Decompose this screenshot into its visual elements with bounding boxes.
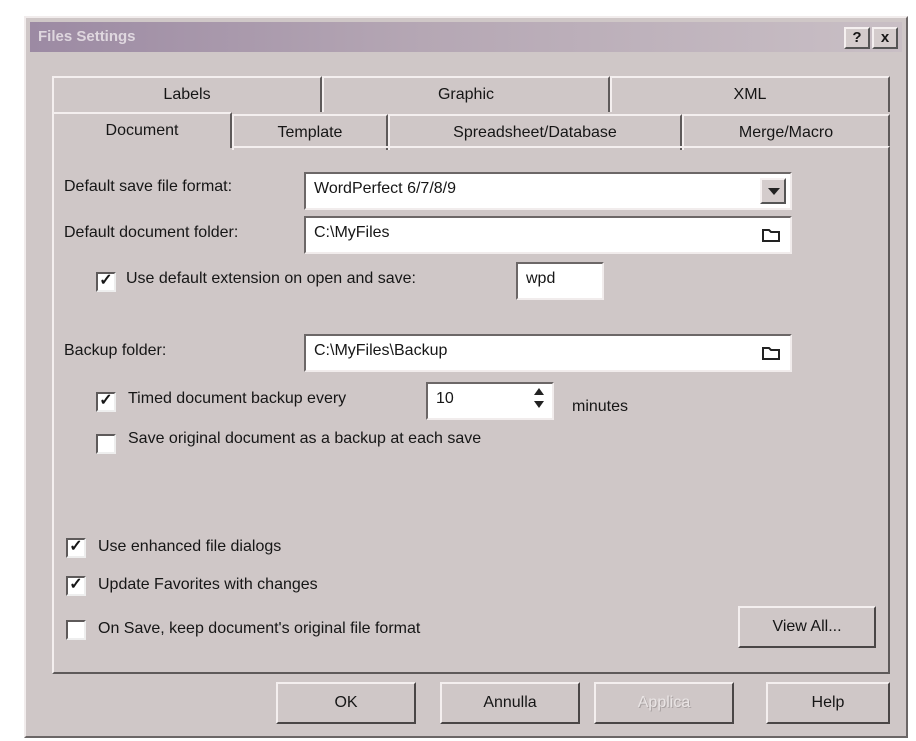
chevron-down-icon[interactable] [760, 178, 786, 204]
tab-label: Graphic [437, 86, 495, 103]
tab-xml[interactable]: XML [610, 76, 890, 112]
check-mark-icon: ✓ [99, 272, 113, 289]
tab-label: Spreadsheet/Database [453, 124, 617, 141]
tab-merge-macro[interactable]: Merge/Macro [682, 114, 890, 150]
save-original-checkbox[interactable] [96, 434, 116, 454]
tab-spreadsheet-database[interactable]: Spreadsheet/Database [388, 114, 682, 150]
folder-browse-icon[interactable] [762, 226, 780, 242]
spin-up-down-icon[interactable] [530, 386, 548, 416]
help-button[interactable]: Help [766, 682, 890, 724]
doc-folder-label: Default document folder: [64, 224, 239, 241]
enhanced-dialogs-label: Use enhanced file dialogs [98, 538, 282, 555]
enhanced-dialogs-checkbox[interactable]: ✓ [66, 538, 86, 558]
check-mark-icon: ✓ [69, 538, 83, 555]
timed-backup-label: Timed document backup every [128, 390, 347, 407]
backup-folder-value: C:\MyFiles\Backup [314, 342, 448, 359]
close-button[interactable]: x [872, 27, 898, 49]
default-extension-label: Use default extension on open and save: [126, 270, 416, 287]
update-favorites-label: Update Favorites with changes [98, 576, 318, 593]
save-format-label: Default save file format: [64, 178, 233, 195]
tab-label: XML [733, 86, 767, 103]
help-title-button[interactable]: ? [844, 27, 870, 49]
tab-label: Merge/Macro [738, 124, 834, 141]
minutes-label: minutes [572, 398, 629, 415]
save-original-label: Save original document as a backup at ea… [128, 430, 482, 447]
folder-browse-icon[interactable] [762, 344, 780, 360]
tab-labels[interactable]: Labels [52, 76, 322, 112]
default-extension-input[interactable]: wpd [516, 262, 604, 300]
check-mark-icon: ✓ [69, 576, 83, 593]
tab-graphic[interactable]: Graphic [322, 76, 610, 112]
title-bar: Files Settings ? x [30, 22, 902, 52]
update-favorites-checkbox[interactable]: ✓ [66, 576, 86, 596]
view-all-button[interactable]: View All... [738, 606, 876, 648]
doc-folder-input[interactable]: C:\MyFiles [304, 216, 792, 254]
keep-format-label: On Save, keep document's original file f… [98, 620, 421, 637]
backup-folder-label: Backup folder: [64, 342, 167, 359]
save-format-value: WordPerfect 6/7/8/9 [314, 180, 456, 197]
window-title: Files Settings [38, 28, 136, 45]
check-mark-icon: ✓ [99, 392, 113, 409]
tab-label: Template [277, 124, 343, 141]
keep-format-checkbox[interactable] [66, 620, 86, 640]
default-extension-value: wpd [526, 270, 556, 287]
tab-label: Labels [163, 86, 211, 103]
save-format-select[interactable]: WordPerfect 6/7/8/9 [304, 172, 792, 210]
tab-document[interactable]: Document [52, 112, 232, 148]
cancel-button[interactable]: Annulla [440, 682, 580, 724]
apply-button[interactable]: Applica [594, 682, 734, 724]
default-extension-checkbox[interactable]: ✓ [96, 272, 116, 292]
backup-folder-input[interactable]: C:\MyFiles\Backup [304, 334, 792, 372]
timed-backup-spinner[interactable]: 10 [426, 382, 554, 420]
timed-backup-value: 10 [436, 390, 454, 407]
ok-button[interactable]: OK [276, 682, 416, 724]
tab-template[interactable]: Template [232, 114, 388, 150]
tab-label: Document [105, 122, 179, 139]
timed-backup-checkbox[interactable]: ✓ [96, 392, 116, 412]
settings-dialog: Files Settings ? x Labels Graphic XML Do… [24, 16, 908, 738]
doc-folder-value: C:\MyFiles [314, 224, 390, 241]
